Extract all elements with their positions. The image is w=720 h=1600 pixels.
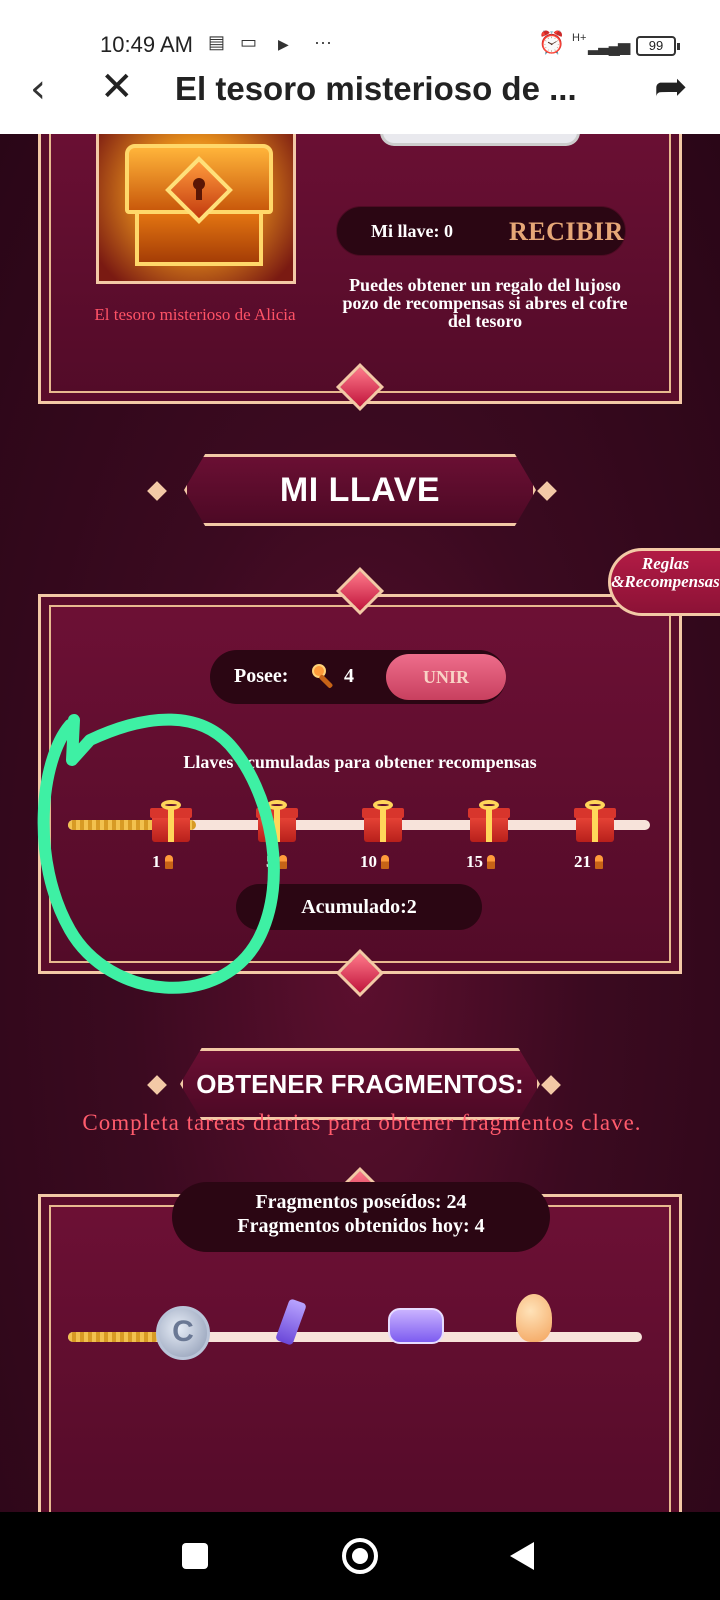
owns-count: 4 [344,665,354,687]
milestone-label: 5 [266,852,287,872]
fragments-owned: Fragmentos poseídos: 24 [255,1191,467,1213]
news-icon: ▤ [208,32,226,52]
game-view: El tesoro misterioso de Alicia Mi llave:… [0,134,720,1512]
gift-icon[interactable] [362,800,404,842]
paper-decoration [380,134,580,146]
crystal-icon[interactable] [516,1294,552,1342]
play-icon: ▶ [278,36,289,52]
heart-gem-icon[interactable] [388,1308,444,1344]
fragments-progress-fill [68,1332,160,1342]
receive-button[interactable]: RECIBIR [509,211,623,253]
gift-icon[interactable] [468,800,510,842]
my-key-banner-text: MI LLAVE [279,471,441,509]
key-icon [312,664,333,689]
accumulated-count: Acumulado:2 [236,884,482,930]
page-title: El tesoro misterioso de ... [175,70,577,107]
chest-caption: El tesoro misterioso de Alicia [94,305,296,324]
milestone-label: 21 [574,852,603,872]
rules-rewards-tab[interactable]: Reglas &Recompensas [608,548,720,616]
recents-icon[interactable] [182,1543,208,1569]
gift-icon[interactable] [256,800,298,842]
key-icon [487,855,495,869]
browser-header: 10:49 AM ▤ ▭ ▶ ··· ⏰ H+ ▂▃▄▅ 99 ‹ ✕ El t… [0,0,720,134]
key-icon [381,855,389,869]
treasure-chest-image [96,134,296,284]
status-time: 10:49 AM [100,32,193,57]
cast-icon: ▭ [240,32,258,52]
my-key-pill: Mi llave: 0 RECIBIR [336,206,626,256]
owns-label: Posee: [234,665,289,687]
coin-icon[interactable]: C [156,1306,210,1360]
accumulated-title: Llaves acumuladas para obtener recompens… [183,752,537,772]
treasure-description: Puedes obtener un regalo del lujoso pozo… [342,275,628,331]
fragments-progress-track [68,1332,642,1342]
key-icon [278,855,287,869]
home-icon[interactable] [342,1538,378,1574]
fragments-today: Fragmentos obtenidos hoy: 4 [237,1215,485,1237]
key-icon [164,855,173,869]
owned-keys-pill: Posee: 4 UNIR [210,650,506,704]
fragments-banner-text: OBTENER FRAGMENTOS: [196,1069,524,1099]
keyhole-icon [190,178,208,202]
gift-icon[interactable] [574,800,616,842]
my-key-banner: MI LLAVE [147,454,570,526]
gift-icon[interactable] [150,800,192,842]
key-icon [595,855,603,869]
network-type: H+ [572,32,587,44]
signal-icon: ▂▃▄▅ [588,38,630,55]
milestone-label: 1 [152,852,173,872]
system-nav-bar [0,1512,720,1600]
app-bar: ‹ ✕ El tesoro misterioso de ... ➦ [0,62,720,124]
back-icon[interactable]: ‹ [30,66,46,112]
fragments-info: Fragmentos poseídos: 24 Fragmentos obten… [172,1182,550,1252]
battery-level: 99 [636,36,680,56]
alarm-icon: ⏰ [538,30,566,55]
combine-button[interactable]: UNIR [386,654,506,700]
milestone-label: 10 [360,852,389,872]
close-icon[interactable]: ✕ [100,64,134,110]
my-key-count: Mi llave: 0 [371,221,453,241]
nav-back-icon[interactable] [510,1542,534,1570]
fragments-task-text: Completa tareas diarias para obtener fra… [82,1110,642,1135]
milestone-label: 15 [466,852,495,872]
status-bar: 10:49 AM ▤ ▭ ▶ ··· ⏰ H+ ▂▃▄▅ 99 [0,30,720,64]
more-notifications-icon: ··· [314,32,332,52]
share-icon[interactable]: ➦ [654,64,688,110]
